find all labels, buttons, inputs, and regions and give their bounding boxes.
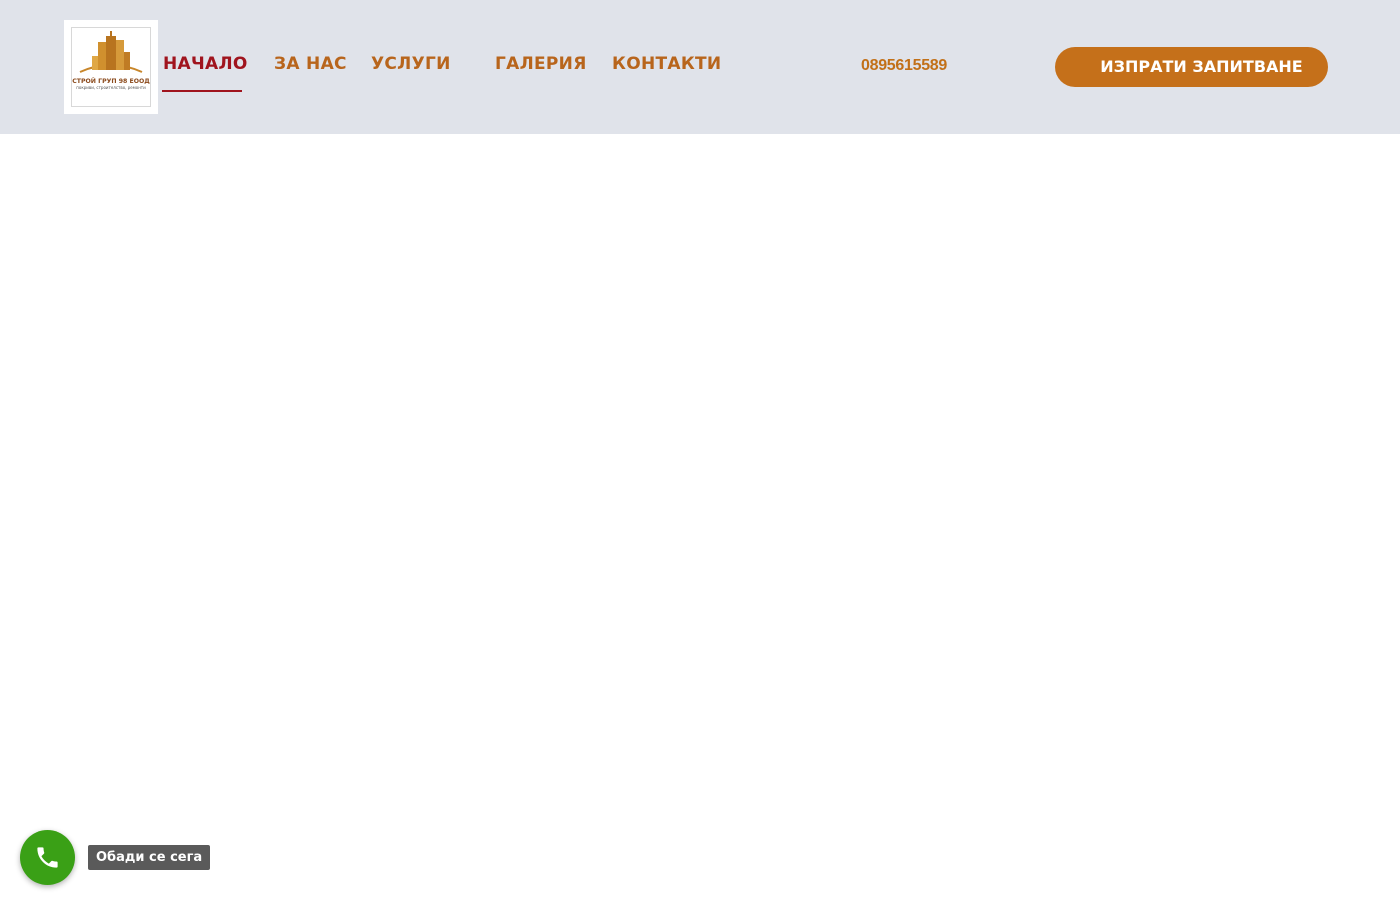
nav-item-services[interactable]: УСЛУГИ — [371, 54, 451, 80]
nav-item-home[interactable]: НАЧАЛО — [163, 54, 248, 80]
nav-item-about[interactable]: ЗА НАС — [274, 54, 347, 80]
phone-number-link[interactable]: 0895615589 — [861, 57, 947, 75]
logo-company-name: СТРОЙ ГРУП 98 ЕООД — [72, 78, 150, 85]
call-now-button[interactable] — [20, 830, 75, 885]
call-now-label[interactable]: Обади се сега — [88, 845, 211, 870]
site-header: СТРОЙ ГРУП 98 ЕООД покриви, строителство… — [0, 0, 1400, 134]
send-inquiry-button[interactable]: ИЗПРАТИ ЗАПИТВАНЕ — [1055, 47, 1328, 87]
nav-active-underline — [162, 90, 242, 92]
logo-frame: СТРОЙ ГРУП 98 ЕООД покриви, строителство… — [71, 27, 151, 107]
phone-icon — [37, 847, 58, 868]
nav-item-gallery[interactable]: ГАЛЕРИЯ — [495, 54, 587, 80]
logo[interactable]: СТРОЙ ГРУП 98 ЕООД покриви, строителство… — [64, 20, 158, 114]
logo-tagline: покриви, строителство, ремонти — [76, 85, 146, 90]
building-logo-icon — [79, 31, 143, 73]
nav-item-contacts[interactable]: КОНТАКТИ — [612, 54, 721, 80]
